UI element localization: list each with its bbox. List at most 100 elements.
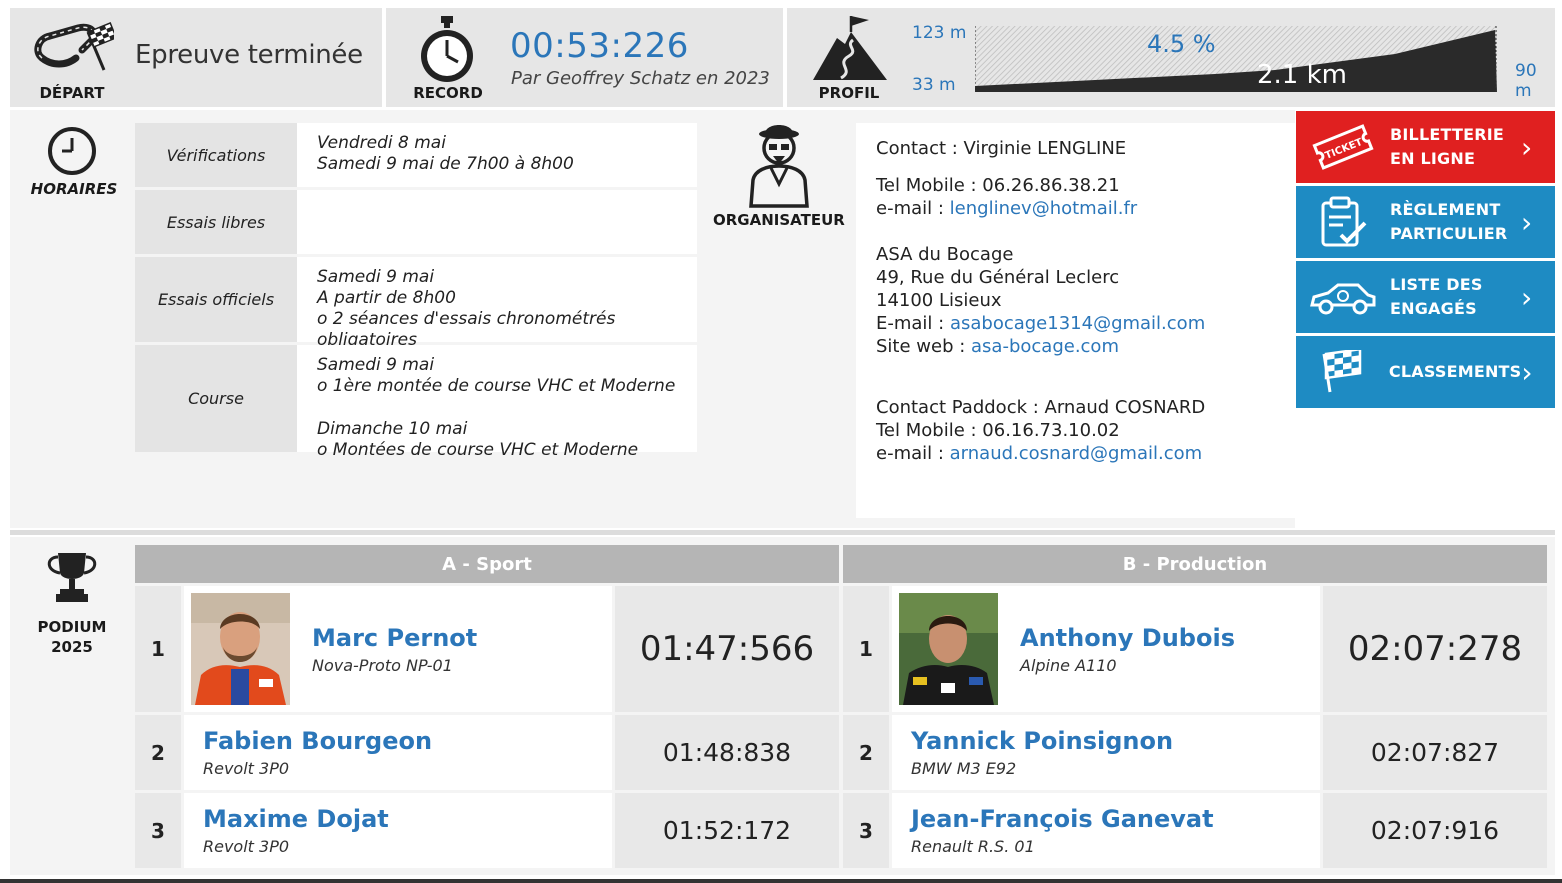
paddock-email-label: e-mail : [876,443,950,464]
driver-name[interactable]: Fabien Bourgeon [203,727,432,755]
schedule-key: Essais libres [135,190,297,254]
podium-row: 3 Maxime Dojat Revolt 3P0 01:52:172 [135,793,839,868]
paddock-phone-label: Tel Mobile : [876,420,983,441]
elevation-drop: 90 m [1515,61,1537,101]
altitude-top: 123 m [912,23,967,43]
podium-section: PODIUM 2025 A - Sport 1 Marc Pernot Nova… [10,537,1555,875]
asa-website: Site web : asa-bocage.com [876,335,1275,358]
schedule-line [317,397,685,419]
driver-name[interactable]: Yannick Poinsignon [911,727,1173,755]
schedule-row: Essais officiels Samedi 9 mai A partir d… [135,257,697,350]
chevron-right-icon: › [1521,355,1533,389]
contact-email: e-mail : lenglinev@hotmail.fr [876,197,1275,220]
driver-name[interactable]: Marc Pernot [312,624,477,652]
info-section: HORAIRES Vérifications Vendredi 8 mai Sa… [10,110,1295,528]
paddock-email-link[interactable]: arnaud.cosnard@gmail.com [950,443,1203,464]
chevron-right-icon: › [1521,205,1533,239]
schedule-key: Vérifications [135,123,297,187]
schedule-value: Samedi 9 mai o 1ère montée de course VHC… [297,345,697,460]
email-link[interactable]: lenglinev@hotmail.fr [950,198,1138,219]
paddock-phone: Tel Mobile : 06.16.73.10.02 [876,419,1275,442]
trophy-icon [47,553,97,602]
schedule-key: Essais officiels [135,257,297,342]
podium-time: 01:47:566 [615,586,839,712]
driver-car: Renault R.S. 01 [911,837,1035,856]
asa-address-line1: 49, Rue du Général Leclerc [876,267,1120,288]
regulation-button[interactable]: RÈGLEMENT PARTICULIER › [1296,186,1555,258]
podium-time: 02:07:827 [1323,715,1547,790]
driver-name[interactable]: Anthony Dubois [1020,624,1235,652]
standings-button[interactable]: CLASSEMENTS › [1296,336,1555,408]
podium-group-a: A - Sport 1 Marc Pernot Nova-Proto NP-01… [135,545,839,868]
depart-caption: DÉPART [39,84,105,102]
schedule-line: Dimanche 10 mai [317,419,468,439]
email-label: e-mail : [876,198,950,219]
organizer-contact-box: Contact : Virginie LENGLINE Tel Mobile :… [856,123,1295,518]
driver-car: Revolt 3P0 [203,759,290,778]
schedule-line: o Montées de course VHC et Moderne [317,440,639,460]
podium-time: 02:07:278 [1323,586,1547,712]
website-link[interactable]: asa-bocage.com [971,336,1119,357]
podium-rank: 3 [135,793,181,868]
driver-car: Alpine A110 [1020,655,1117,675]
podium-group-title: A - Sport [135,545,839,583]
podium-time: 01:52:172 [615,793,839,868]
paddock-email: e-mail : arnaud.cosnard@gmail.com [876,442,1275,465]
ticketing-button[interactable]: TICKET BILLETTERIE EN LIGNE › [1296,111,1555,183]
podium-label: PODIUM 2025 [22,617,122,657]
podium-driver-info: Marc Pernot Nova-Proto NP-01 [184,586,612,712]
button-label-line: ENGAGÉS [1390,299,1477,318]
podium-group-title: B - Production [843,545,1547,583]
schedule-line: Vendredi 8 mai [317,133,446,153]
profile-grade: 4.5 % [1147,30,1216,58]
podium-row: 2 Fabien Bourgeon Revolt 3P0 01:48:838 [135,715,839,790]
driver-name[interactable]: Jean-François Ganevat [911,805,1214,833]
driver-text: Yannick Poinsignon BMW M3 E92 [892,727,1173,778]
schedule-row: Essais libres [135,190,697,257]
schedule-line: o 1ère montée de course VHC et Moderne [317,376,676,396]
schedule-value [297,190,697,254]
profile-length: 2.1 km [1257,60,1347,90]
podium-rank: 2 [135,715,181,790]
schedule-line: Samedi 9 mai [317,267,435,287]
podium-rank: 1 [843,586,889,712]
elevation-profile-chart [975,26,1497,92]
entrants-list-button[interactable]: LISTE DES ENGAGÉS › [1296,261,1555,333]
driver-text: Fabien Bourgeon Revolt 3P0 [184,727,432,778]
podium-driver-info: Maxime Dojat Revolt 3P0 [184,793,612,868]
button-label-line: EN LIGNE [1390,149,1476,168]
asa-email-link[interactable]: asabocage1314@gmail.com [950,313,1205,334]
podium-row: 2 Yannick Poinsignon BMW M3 E92 02:07:82… [843,715,1547,790]
schedule-line: Samedi 9 mai [317,355,435,375]
organisateur-label: ORGANISATEUR [713,211,845,229]
section-divider [10,530,1555,535]
phone-label: Tel Mobile : [876,175,983,196]
depart-status: Epreuve terminée [135,40,363,70]
podium-rank: 1 [135,586,181,712]
race-car-icon [1296,277,1390,317]
podium-driver-info: Fabien Bourgeon Revolt 3P0 [184,715,612,790]
contact-name: Contact : Virginie LENGLINE [876,138,1127,159]
contact-phone: Tel Mobile : 06.26.86.38.21 [876,174,1275,197]
profil-caption: PROFIL [818,84,880,102]
podium-row: 3 Jean-François Ganevat Renault R.S. 01 … [843,793,1547,868]
schedule-row: Course Samedi 9 mai o 1ère montée de cou… [135,345,697,460]
podium-driver-info: Yannick Poinsignon BMW M3 E92 [892,715,1320,790]
record-holder: Par Geoffrey Schatz en 2023 [511,68,770,89]
schedule-table: Vérifications Vendredi 8 mai Samedi 9 ma… [135,123,697,460]
horaires-label: HORAIRES [30,180,118,198]
phone-value: 06.26.86.38.21 [982,175,1120,196]
stopwatch-icon [421,16,473,82]
track-flag-icon [34,22,114,71]
driver-text: Maxime Dojat Revolt 3P0 [184,805,389,856]
driver-photo [191,593,290,705]
standings-label: CLASSEMENTS [1388,362,1522,381]
schedule-value: Vendredi 8 mai Samedi 9 mai de 7h00 à 8h… [297,123,697,187]
podium-driver-info: Anthony Dubois Alpine A110 [892,586,1320,712]
clock-icon [48,127,96,175]
schedule-key: Course [135,345,297,452]
website-label: Site web : [876,336,972,357]
driver-name[interactable]: Maxime Dojat [203,805,389,833]
podium-rank: 2 [843,715,889,790]
driver-car: BMW M3 E92 [911,759,1017,778]
